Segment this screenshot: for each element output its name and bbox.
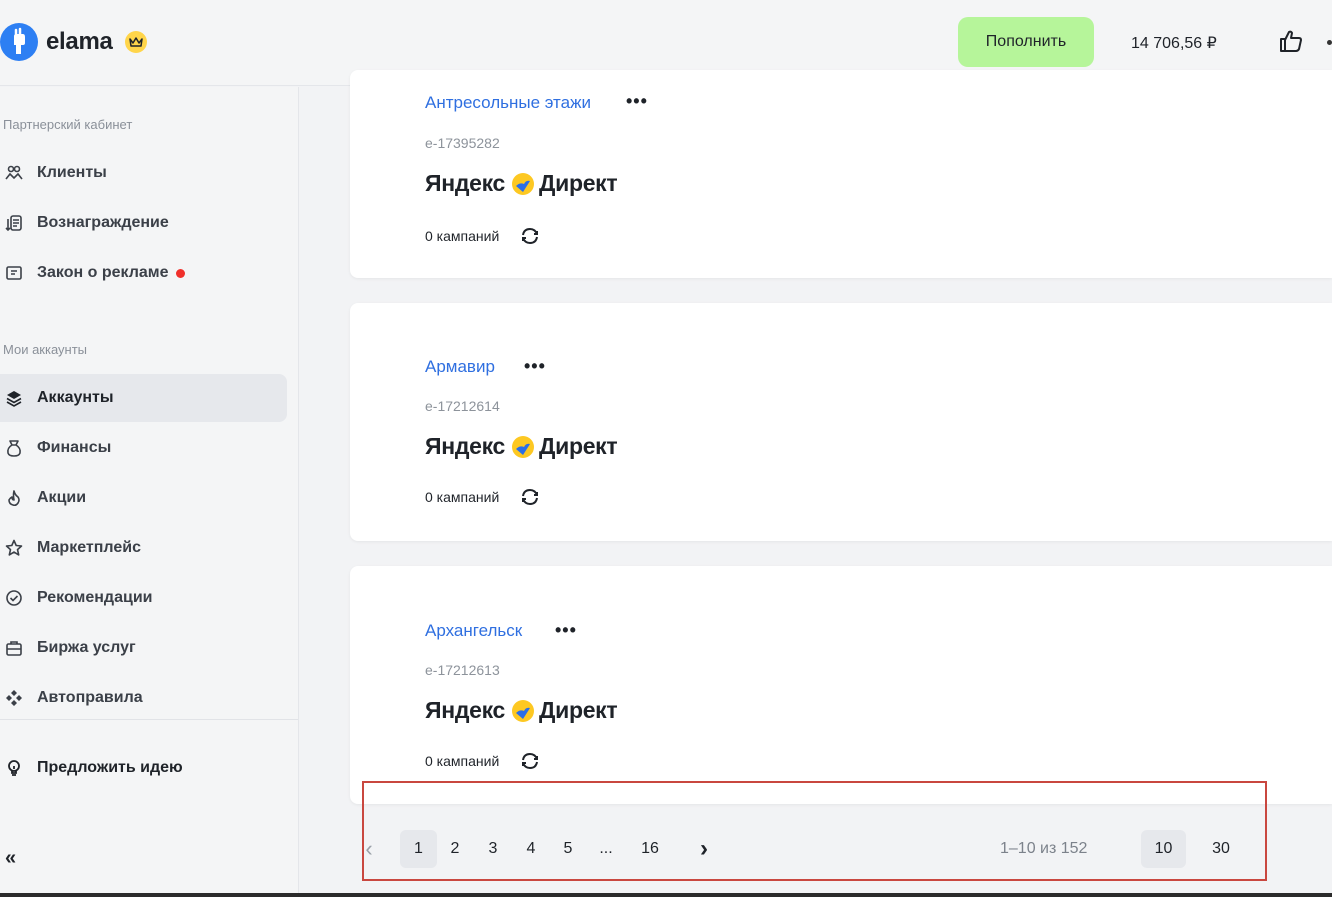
platform-name-right: Директ [539, 433, 618, 459]
sidebar-item-clients[interactable]: Клиенты [0, 149, 287, 197]
page-ellipsis[interactable]: ... [595, 830, 617, 868]
account-id: e-17212613 [425, 662, 500, 678]
refresh-icon[interactable] [519, 486, 541, 508]
sidebar-item-label: Автоправила [37, 689, 143, 706]
logo[interactable]: elama [0, 22, 147, 62]
sidebar-item-marketplace[interactable]: Маркетплейс [0, 524, 287, 572]
platform-name-left: Яндекс [425, 170, 506, 196]
sidebar: Партнерский кабинет Клиенты Вознагражден… [0, 87, 299, 897]
balance-amount[interactable]: 14 706,56 ₽ [1131, 33, 1217, 53]
next-page-button[interactable]: › [694, 830, 714, 868]
page-button-3[interactable]: 3 [482, 830, 504, 868]
platform-name-right: Директ [539, 170, 618, 196]
account-name-link[interactable]: Архангельск [425, 621, 522, 641]
yandex-direct-logo: Яндекс Директ [425, 697, 618, 724]
elama-logo-icon [0, 23, 38, 61]
yandex-direct-icon [512, 172, 535, 195]
page-size-10[interactable]: 10 [1141, 830, 1186, 868]
more-options-icon[interactable]: ••• [524, 356, 546, 377]
campaigns-row: 0 кампаний [425, 750, 541, 772]
thumbs-up-icon[interactable] [1278, 28, 1304, 59]
sidebar-item-label: Клиенты [37, 164, 107, 181]
account-card: Антресольные этажи ••• e-17395282 Яндекс… [350, 70, 1332, 278]
account-card: Армавир ••• e-17212614 Яндекс Директ 0 к… [350, 303, 1332, 541]
layers-icon [4, 388, 24, 408]
campaigns-count: 0 кампаний [425, 753, 500, 769]
crown-icon[interactable] [124, 31, 147, 53]
sidebar-item-label: Аккаунты [37, 389, 114, 406]
sidebar-item-label: Вознаграждение [37, 214, 169, 231]
sidebar-item-promotions[interactable]: Акции [0, 474, 287, 522]
sidebar-item-services-exchange[interactable]: Биржа услуг [0, 624, 287, 672]
section-label-partner: Партнерский кабинет [3, 117, 133, 132]
money-bag-icon [4, 438, 24, 458]
campaigns-row: 0 кампаний [425, 486, 541, 508]
section-label-accounts: Мои аккаунты [3, 342, 88, 357]
campaigns-count: 0 кампаний [425, 228, 500, 244]
sidebar-item-autorules[interactable]: Автоправила [0, 674, 287, 722]
topup-button[interactable]: Пополнить [958, 17, 1094, 67]
sidebar-item-label: Финансы [37, 439, 112, 456]
window-bottom-border [0, 893, 1332, 897]
users-icon [4, 163, 24, 183]
sidebar-item-label: Акции [37, 489, 87, 506]
pagination-range-info: 1–10 из 152 [1000, 840, 1088, 857]
prev-page-button[interactable]: ‹ [362, 830, 376, 868]
account-id: e-17395282 [425, 135, 500, 151]
more-options-icon[interactable]: ••• [555, 620, 577, 641]
campaigns-row: 0 кампаний [425, 225, 541, 247]
yandex-direct-icon [512, 435, 535, 458]
overflow-edge-icon [1327, 40, 1332, 45]
briefcase-icon [4, 638, 24, 658]
sidebar-item-finance[interactable]: Финансы [0, 424, 287, 472]
logo-text: elama [46, 28, 113, 55]
sidebar-item-accounts[interactable]: Аккаунты [0, 374, 287, 422]
fire-icon [4, 488, 24, 508]
account-card: Архангельск ••• e-17212613 Яндекс Директ… [350, 566, 1332, 804]
diamonds-icon [4, 688, 24, 708]
page-button-16[interactable]: 16 [636, 830, 664, 868]
platform-name-left: Яндекс [425, 433, 506, 459]
sidebar-item-label: Закон о рекламе [37, 264, 169, 281]
refresh-icon[interactable] [519, 225, 541, 247]
page-size-30[interactable]: 30 [1202, 830, 1240, 868]
more-options-icon[interactable]: ••• [626, 91, 648, 112]
page-button-1[interactable]: 1 [400, 830, 437, 868]
yandex-direct-icon [512, 699, 535, 722]
star-icon [4, 538, 24, 558]
page-button-4[interactable]: 4 [520, 830, 542, 868]
collapse-sidebar-button[interactable]: « [5, 847, 16, 870]
yandex-direct-logo: Яндекс Директ [425, 170, 618, 197]
account-name-link[interactable]: Армавир [425, 357, 495, 377]
platform-name-left: Яндекс [425, 697, 506, 723]
yandex-direct-logo: Яндекс Директ [425, 433, 618, 460]
sidebar-item-label: Маркетплейс [37, 539, 141, 556]
platform-name-right: Директ [539, 697, 618, 723]
sidebar-item-suggest-idea[interactable]: Предложить идею [0, 744, 287, 792]
refresh-icon[interactable] [519, 750, 541, 772]
lightbulb-icon [4, 758, 24, 778]
account-id: e-17212614 [425, 398, 500, 414]
sidebar-item-label: Предложить идею [37, 759, 183, 776]
sidebar-divider [0, 719, 298, 720]
check-circle-icon [4, 588, 24, 608]
sidebar-item-reward[interactable]: Вознаграждение [0, 199, 287, 247]
law-icon [4, 263, 24, 283]
reward-icon [4, 213, 24, 233]
sidebar-item-ad-law[interactable]: Закон о рекламе [0, 249, 287, 297]
sidebar-item-recommendations[interactable]: Рекомендации [0, 574, 287, 622]
alert-dot [175, 268, 185, 278]
page-button-5[interactable]: 5 [557, 830, 579, 868]
page-button-2[interactable]: 2 [444, 830, 466, 868]
account-name-link[interactable]: Антресольные этажи [425, 93, 591, 113]
sidebar-item-label: Биржа услуг [37, 639, 136, 656]
sidebar-item-label: Рекомендации [37, 589, 153, 606]
campaigns-count: 0 кампаний [425, 489, 500, 505]
